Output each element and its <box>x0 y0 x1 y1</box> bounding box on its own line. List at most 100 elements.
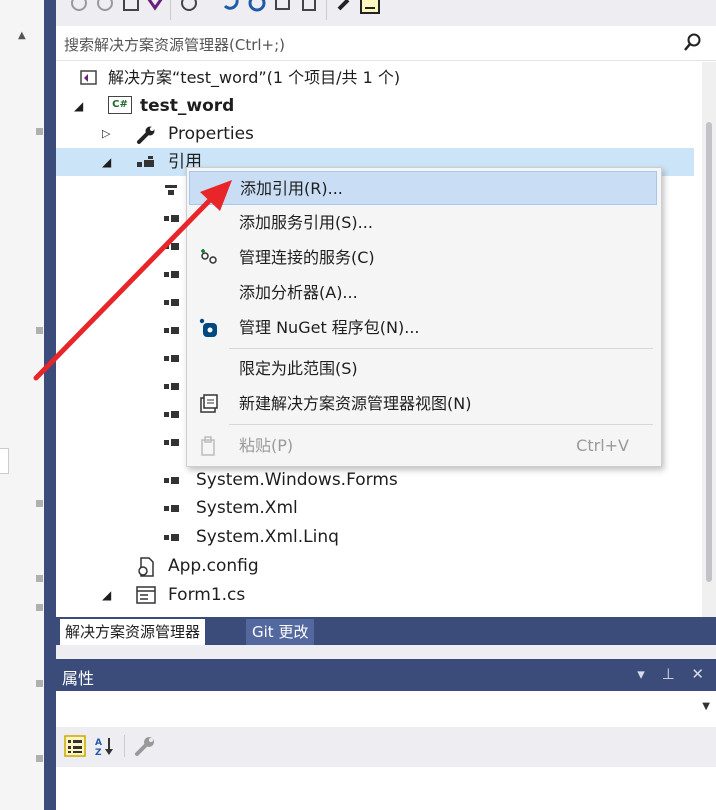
menu-item-add-analyzer[interactable]: 添加分析器(A)... <box>189 276 657 309</box>
gutter-marker <box>36 755 43 762</box>
menu-item-label: 新建解决方案资源管理器视图(N) <box>239 394 472 413</box>
menu-item-add-reference[interactable]: 添加引用(R)... <box>189 171 657 205</box>
menu-item-label: 添加引用(R)... <box>240 179 343 198</box>
tree-item-solution[interactable]: 解决方案“test_word”(1 个项目/共 1 个) <box>56 64 696 92</box>
tree-item-reference[interactable]: System.Windows.Forms <box>56 466 696 494</box>
nuget-icon <box>199 318 217 337</box>
assembly-icon <box>164 477 180 484</box>
alphabetical-icon[interactable]: AZ <box>94 735 116 757</box>
show-all-files-icon[interactable] <box>300 0 318 12</box>
menu-item-label: 管理连接的服务(C) <box>239 248 375 267</box>
tree-item-label: 解决方案“test_word”(1 个项目/共 1 个) <box>108 68 401 87</box>
new-view-icon <box>200 394 218 413</box>
expanded-arrow-icon[interactable]: ◢ <box>102 148 111 176</box>
search-icon[interactable] <box>682 32 704 54</box>
tree-item-label: System.Windows.Forms <box>196 470 398 490</box>
menu-item-paste[interactable]: 粘贴(P) Ctrl+V <box>189 429 657 462</box>
analyzer-icon <box>165 185 177 195</box>
window-controls[interactable]: ▾ ⊥ ✕ <box>637 665 710 683</box>
form-icon <box>136 586 156 604</box>
assembly-icon <box>164 271 180 278</box>
expanded-arrow-icon[interactable]: ◢ <box>74 92 83 120</box>
svg-text:A: A <box>95 738 102 748</box>
chevron-down-icon[interactable]: ▼ <box>702 701 710 712</box>
scrollbar-thumb[interactable] <box>706 122 712 582</box>
gutter-marker <box>36 575 43 582</box>
menu-item-manage-connected-services[interactable]: 管理连接的服务(C) <box>189 241 657 274</box>
assembly-icon <box>164 299 180 306</box>
tree-item-properties[interactable]: ▷ Properties <box>56 120 696 148</box>
tool-window-tabs: 解决方案资源管理器 Git 更改 <box>56 617 716 645</box>
properties-toolbar: AZ <box>56 727 716 767</box>
menu-separator <box>229 348 653 349</box>
gutter-marker <box>36 604 43 611</box>
menu-separator <box>229 424 653 425</box>
tree-item-label: Properties <box>168 124 254 144</box>
back-icon[interactable] <box>70 0 88 12</box>
collapsed-arrow-icon[interactable]: ▷ <box>102 120 110 148</box>
collapse-all-icon[interactable] <box>274 0 292 12</box>
sync-icon[interactable] <box>222 0 240 12</box>
panel-splitter[interactable] <box>56 645 716 659</box>
assembly-icon <box>164 534 180 541</box>
properties-grid <box>56 767 716 810</box>
references-icon <box>137 156 154 167</box>
svg-text:Z: Z <box>95 748 102 757</box>
tab-solution-explorer[interactable]: 解决方案资源管理器 <box>60 619 206 645</box>
menu-item-label: 管理 NuGet 程序包(N)... <box>239 318 420 337</box>
refresh-icon[interactable] <box>248 0 266 12</box>
menu-item-scope-to-this[interactable]: 限定为此范围(S) <box>189 352 657 385</box>
properties-header: 属性 ▾ ⊥ ✕ <box>56 659 716 691</box>
tree-item-label: test_word <box>140 96 235 116</box>
tree-item-label: System.Xml.Linq <box>196 527 339 547</box>
menu-item-add-service-reference[interactable]: 添加服务引用(S)... <box>189 206 657 239</box>
menu-item-label: 粘贴(P) <box>239 436 294 455</box>
menu-item-manage-nuget[interactable]: 管理 NuGet 程序包(N)... <box>189 311 657 344</box>
tool-window-border <box>44 0 56 810</box>
tree-item-label: Form1.cs <box>168 585 246 605</box>
context-menu: 添加引用(R)... 添加服务引用(S)... 管理连接的服务(C) 添加分析器… <box>186 167 662 467</box>
tree-item-project[interactable]: ◢ C# test_word <box>56 92 696 120</box>
menu-item-label: 添加分析器(A)... <box>239 283 358 302</box>
assembly-icon <box>164 439 180 446</box>
expanded-arrow-icon[interactable]: ◢ <box>102 581 111 609</box>
solution-icon <box>80 70 97 85</box>
properties-wrench-icon[interactable] <box>336 0 354 12</box>
toolbar-separator <box>124 735 125 757</box>
tree-item-reference[interactable]: System.Xml.Linq <box>56 523 696 551</box>
config-file-icon <box>138 557 154 577</box>
menu-item-shortcut: Ctrl+V <box>576 436 629 455</box>
property-pages-wrench-icon[interactable] <box>134 735 156 757</box>
assembly-icon <box>164 243 180 250</box>
properties-title: 属性 <box>62 669 95 688</box>
tree-item-reference[interactable]: System.Xml <box>56 494 696 522</box>
tree-item-label: App.config <box>168 556 259 576</box>
assembly-icon <box>164 411 180 418</box>
object-selector-dropdown[interactable]: ▼ <box>56 691 716 728</box>
gutter-marker <box>36 500 43 507</box>
menu-item-new-explorer-view[interactable]: 新建解决方案资源管理器视图(N) <box>189 387 657 420</box>
tree-item-form1[interactable]: ◢ Form1.cs <box>56 581 696 609</box>
assembly-icon <box>164 505 180 512</box>
toolbar-separator <box>170 0 171 20</box>
forward-icon[interactable] <box>96 0 114 12</box>
wrench-icon <box>137 126 155 144</box>
editor-gutter: ▲ <box>0 0 45 810</box>
menu-item-label: 添加服务引用(S)... <box>239 213 373 232</box>
assembly-icon <box>164 383 180 390</box>
paste-icon <box>201 436 215 456</box>
preview-selected-icon[interactable] <box>360 0 380 14</box>
vs-switch-view-icon[interactable] <box>146 0 164 12</box>
tree-item-app-config[interactable]: App.config <box>56 552 696 580</box>
tree-scrollbar[interactable] <box>702 62 716 617</box>
tab-git-changes[interactable]: Git 更改 <box>246 619 315 645</box>
categorized-icon[interactable] <box>64 735 86 757</box>
home-icon[interactable] <box>122 0 140 12</box>
history-icon[interactable] <box>180 0 198 12</box>
search-box[interactable]: 搜索解决方案资源管理器(Ctrl+;) <box>56 28 716 61</box>
gutter-marker <box>36 327 43 334</box>
assembly-icon <box>164 355 180 362</box>
search-input[interactable]: 搜索解决方案资源管理器(Ctrl+;) <box>64 34 285 55</box>
scroll-up-icon[interactable]: ▲ <box>18 30 26 41</box>
solution-explorer-toolbar <box>56 0 716 26</box>
